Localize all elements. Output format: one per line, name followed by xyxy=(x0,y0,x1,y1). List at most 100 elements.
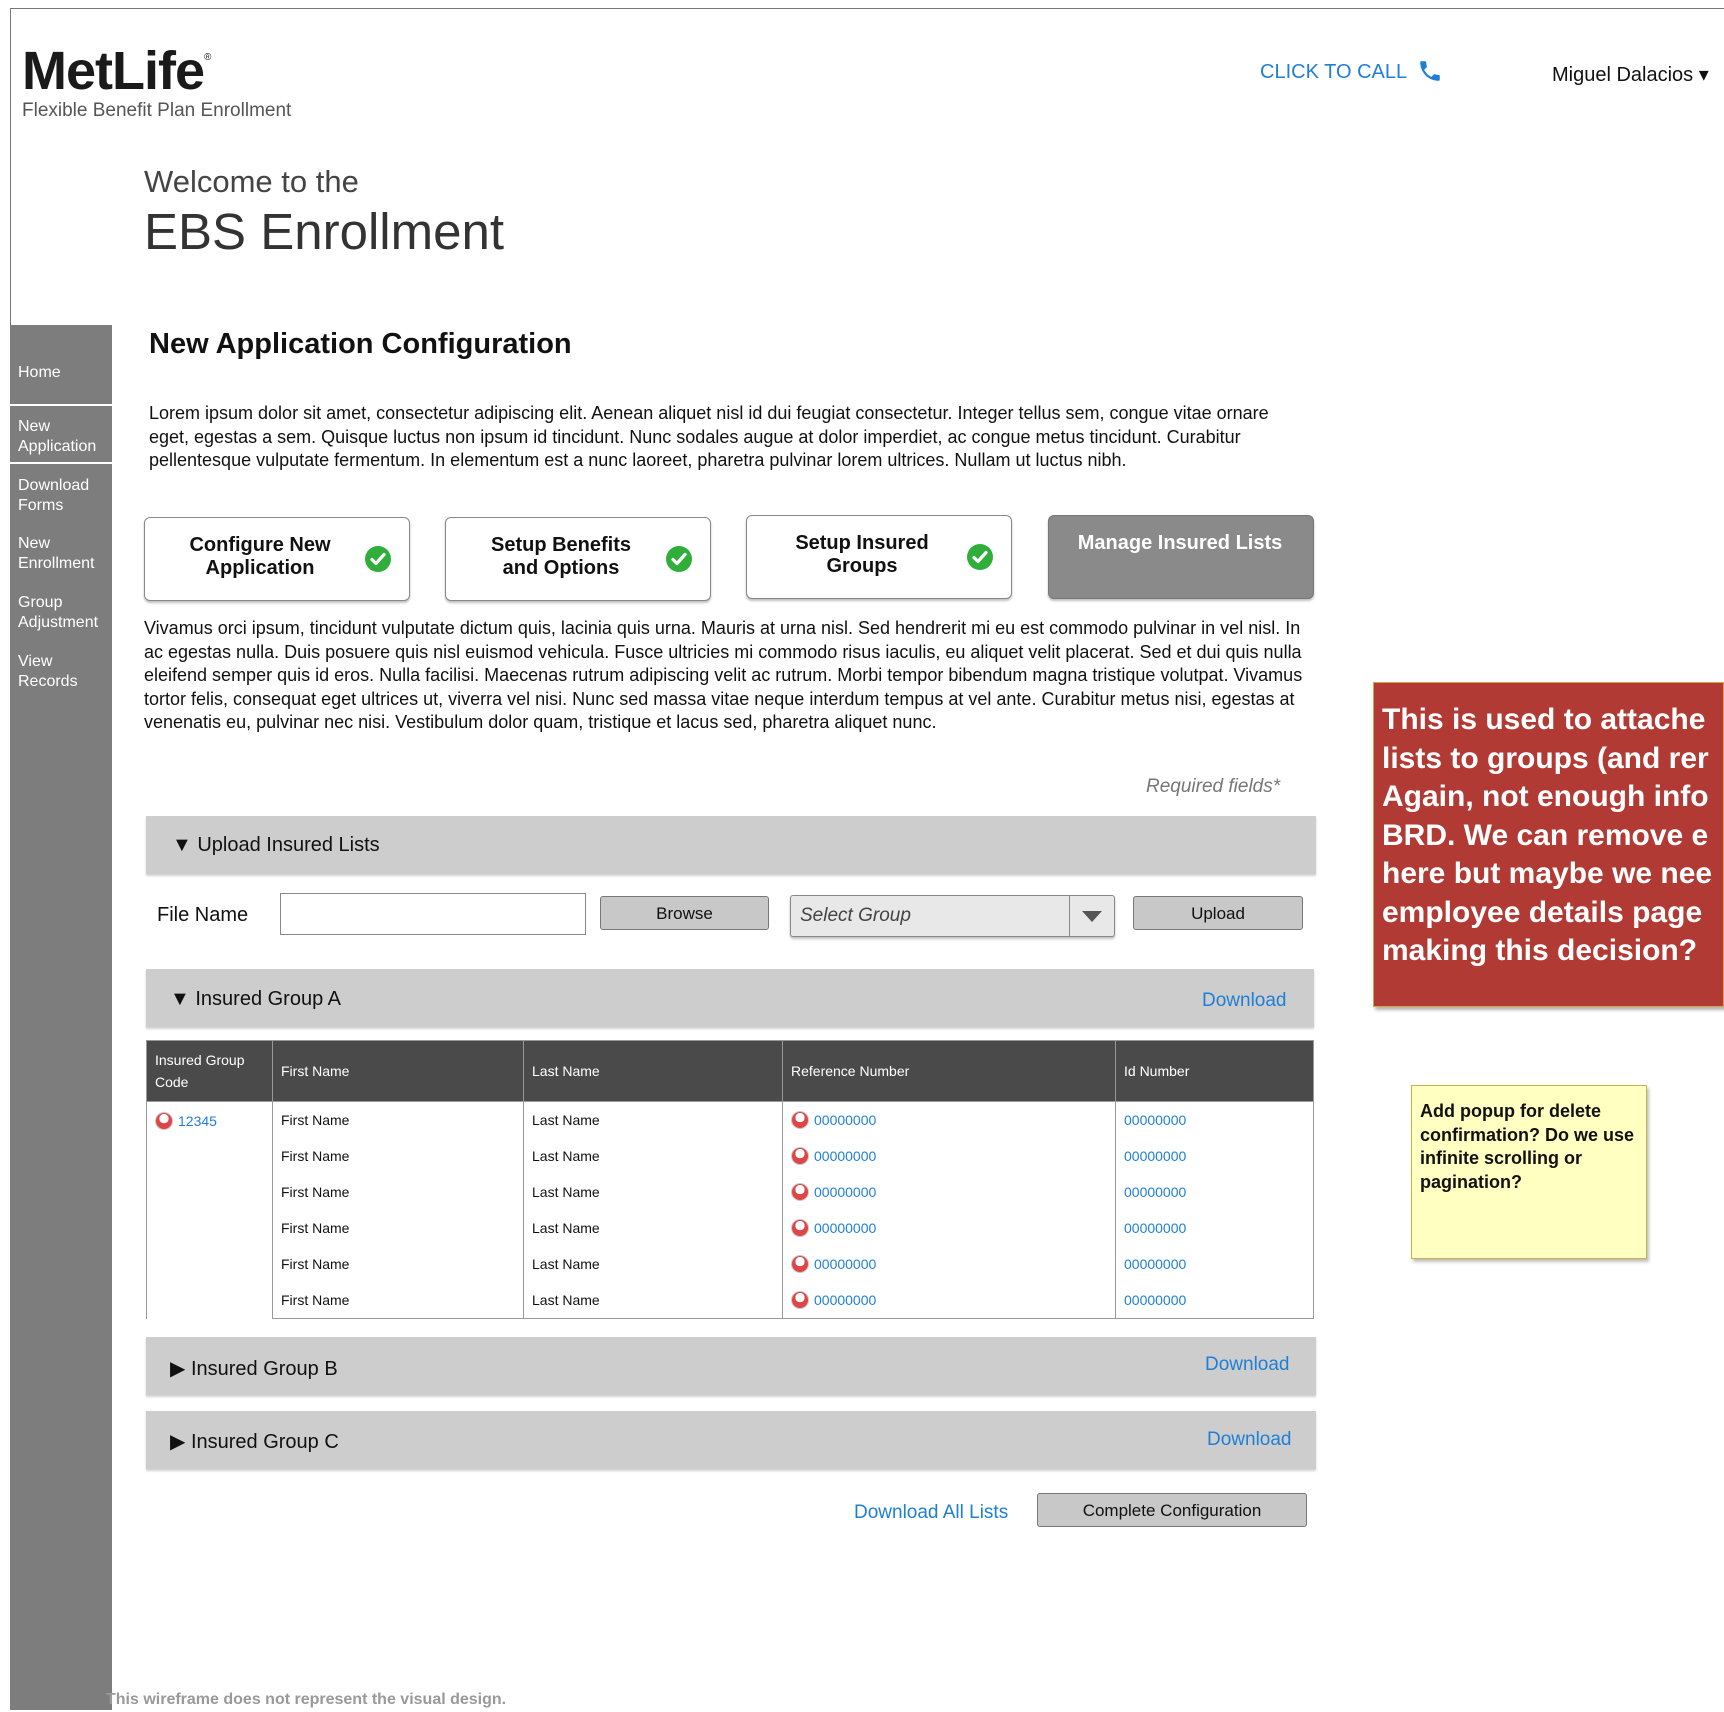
sidebar-item-group-adjustment[interactable]: Group Adjustment xyxy=(18,593,112,633)
id-cell: 00000000 xyxy=(1115,1246,1314,1282)
phone-icon[interactable] xyxy=(1417,58,1443,84)
section-title: ▶ Insured Group C xyxy=(170,1431,339,1453)
browse-button[interactable]: Browse xyxy=(600,896,769,930)
check-icon xyxy=(666,546,692,572)
last-name-cell: Last Name xyxy=(523,1138,783,1174)
select-group-placeholder: Select Group xyxy=(800,905,911,926)
id-link[interactable]: 00000000 xyxy=(1124,1292,1186,1308)
group-b-header[interactable]: ▶ Insured Group B Download xyxy=(146,1337,1316,1395)
file-name-input[interactable] xyxy=(280,893,586,935)
table-row: First Name Last Name 00000000 00000000 xyxy=(147,1138,1314,1174)
group-c-header[interactable]: ▶ Insured Group C Download xyxy=(146,1411,1316,1469)
section-title: ▼ Upload Insured Lists xyxy=(172,834,380,856)
table-row: First Name Last Name 00000000 00000000 xyxy=(147,1246,1314,1282)
reference-cell: 00000000 xyxy=(782,1282,1116,1319)
id-cell: 00000000 xyxy=(1115,1282,1314,1319)
column-header[interactable]: Reference Number xyxy=(782,1040,1116,1102)
table-row: 12345 First Name Last Name 00000000 0000… xyxy=(146,1101,1314,1319)
select-group-dropdown[interactable]: Select Group xyxy=(790,895,1115,937)
welcome-title: EBS Enrollment xyxy=(144,203,504,260)
id-cell: 00000000 xyxy=(1115,1210,1314,1246)
id-link[interactable]: 00000000 xyxy=(1124,1220,1186,1236)
delete-icon[interactable] xyxy=(791,1291,809,1309)
group-a-download-link[interactable]: Download xyxy=(1202,990,1287,1012)
upload-section-header[interactable]: ▼ Upload Insured Lists xyxy=(146,816,1316,874)
id-link[interactable]: 00000000 xyxy=(1124,1112,1186,1128)
chevron-down-icon[interactable] xyxy=(1069,896,1114,936)
check-icon xyxy=(967,544,993,570)
step-label: Configure New Application xyxy=(189,534,331,579)
note-text: This is used to attache lists to groups … xyxy=(1382,703,1713,967)
column-header[interactable]: Id Number xyxy=(1115,1040,1314,1102)
reference-link[interactable]: 00000000 xyxy=(814,1256,876,1272)
insured-group-table: Insured Group Code First Name Last Name … xyxy=(146,1040,1314,1319)
first-name-cell: First Name xyxy=(272,1246,524,1282)
first-name-cell: First Name xyxy=(272,1174,524,1210)
step-manage-insured-lists[interactable]: Manage Insured Lists xyxy=(1048,515,1314,599)
delete-icon[interactable] xyxy=(791,1183,809,1201)
nav-divider xyxy=(10,462,112,464)
reference-link[interactable]: 00000000 xyxy=(814,1112,876,1128)
step-configure-new-application[interactable]: Configure New Application xyxy=(144,517,410,601)
frame-border-left xyxy=(10,8,11,326)
reference-cell: 00000000 xyxy=(782,1138,1116,1174)
last-name-cell: Last Name xyxy=(523,1210,783,1246)
welcome-line: Welcome to the xyxy=(144,164,359,199)
table-row: First Name Last Name 00000000 00000000 xyxy=(147,1210,1314,1246)
column-header[interactable]: First Name xyxy=(272,1040,524,1102)
sidebar-item-new-application[interactable]: New Application xyxy=(18,417,112,457)
id-link[interactable]: 00000000 xyxy=(1124,1184,1186,1200)
column-header[interactable]: Insured Group Code xyxy=(146,1040,273,1102)
group-c-download-link[interactable]: Download xyxy=(1207,1429,1292,1451)
id-cell: 00000000 xyxy=(1115,1101,1314,1138)
annotation-note-yellow: Add popup for delete confirmation? Do we… xyxy=(1411,1085,1647,1259)
step-setup-benefits[interactable]: Setup Benefits and Options xyxy=(445,517,711,601)
sidebar-item-home[interactable]: Home xyxy=(18,363,112,383)
id-link[interactable]: 00000000 xyxy=(1124,1256,1186,1272)
delete-icon[interactable] xyxy=(791,1111,809,1129)
last-name-cell: Last Name xyxy=(523,1174,783,1210)
first-name-cell: First Name xyxy=(272,1282,524,1319)
delete-icon[interactable] xyxy=(791,1255,809,1273)
note-text: Add popup for delete confirmation? Do we… xyxy=(1420,1101,1635,1192)
first-name-cell: First Name xyxy=(272,1138,524,1174)
group-a-header[interactable]: ▼ Insured Group A Download xyxy=(146,969,1314,1027)
table-header-row: Insured Group Code First Name Last Name … xyxy=(146,1040,1314,1102)
section-title: ▶ Insured Group B xyxy=(170,1358,338,1380)
reference-link[interactable]: 00000000 xyxy=(814,1184,876,1200)
download-all-lists-link[interactable]: Download All Lists xyxy=(854,1502,1008,1524)
frame-border-top xyxy=(10,8,1724,9)
step-label: Setup Insured Groups xyxy=(795,532,929,577)
delete-icon[interactable] xyxy=(791,1219,809,1237)
reference-link[interactable]: 00000000 xyxy=(814,1148,876,1164)
sidebar-nav: Home New Application Download Forms New … xyxy=(10,325,112,1710)
reference-link[interactable]: 00000000 xyxy=(814,1292,876,1308)
check-icon xyxy=(365,546,391,572)
reference-cell: 00000000 xyxy=(782,1101,1116,1138)
sidebar-item-download-forms[interactable]: Download Forms xyxy=(18,476,112,516)
table-row: First Name Last Name 00000000 00000000 xyxy=(147,1282,1314,1319)
reference-cell: 00000000 xyxy=(782,1210,1116,1246)
upload-button[interactable]: Upload xyxy=(1133,896,1303,930)
group-b-download-link[interactable]: Download xyxy=(1205,1354,1290,1376)
id-link[interactable]: 00000000 xyxy=(1124,1148,1186,1164)
step-setup-insured-groups[interactable]: Setup Insured Groups xyxy=(746,515,1012,599)
user-menu[interactable]: Miguel Dalacios ▾ xyxy=(1552,62,1709,87)
column-header[interactable]: Last Name xyxy=(523,1040,783,1102)
delete-icon[interactable] xyxy=(155,1112,173,1130)
last-name-cell: Last Name xyxy=(523,1101,783,1138)
complete-configuration-button[interactable]: Complete Configuration xyxy=(1037,1493,1307,1527)
reference-link[interactable]: 00000000 xyxy=(814,1220,876,1236)
step-label: Setup Benefits and Options xyxy=(490,534,632,579)
sidebar-item-view-records[interactable]: View Records xyxy=(18,652,112,692)
id-cell: 00000000 xyxy=(1115,1138,1314,1174)
reference-cell: 00000000 xyxy=(782,1174,1116,1210)
reference-cell: 00000000 xyxy=(782,1246,1116,1282)
click-to-call-link[interactable]: CLICK TO CALL xyxy=(1260,61,1407,84)
group-code-link[interactable]: 12345 xyxy=(178,1113,217,1129)
intro-paragraph: Lorem ipsum dolor sit amet, consectetur … xyxy=(149,403,1269,470)
last-name-cell: Last Name xyxy=(523,1282,783,1319)
delete-icon[interactable] xyxy=(791,1147,809,1165)
group-code-cell: 12345 xyxy=(146,1101,273,1319)
sidebar-item-new-enrollment[interactable]: New Enrollment xyxy=(18,534,112,574)
